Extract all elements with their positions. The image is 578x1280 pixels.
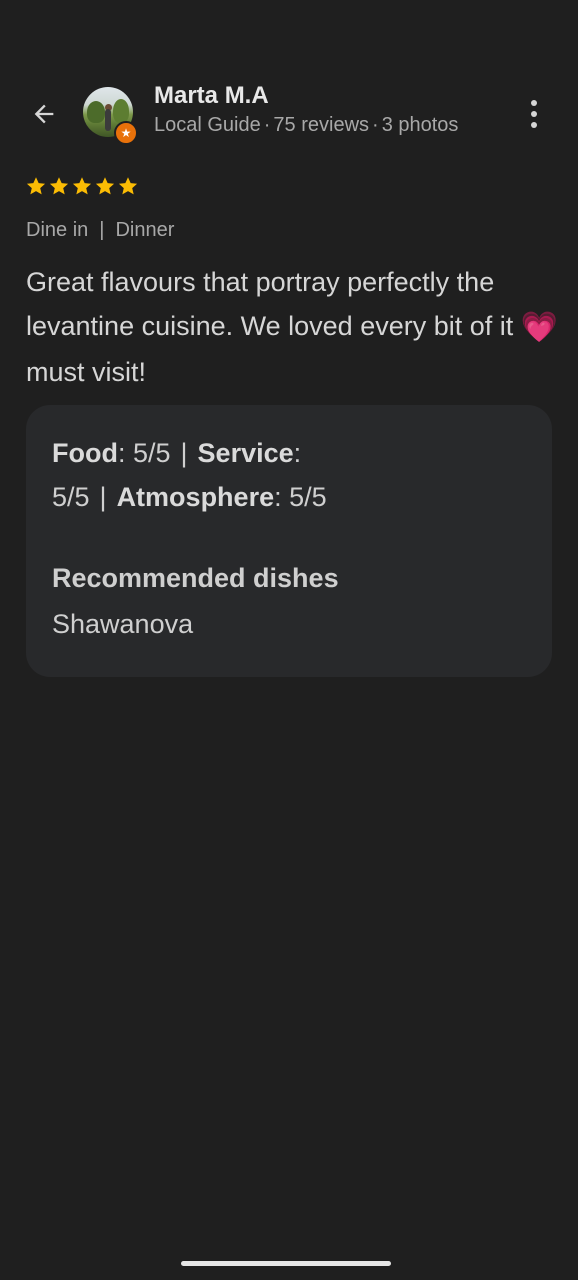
review-body: Great flavours that portray perfectly th…	[26, 260, 561, 394]
star-icon	[72, 177, 92, 195]
review-detail-page: ★ Marta M.A Local Guide · 75 reviews · 3 pho…	[0, 0, 578, 1280]
reviewer-avatar-container[interactable]: ★	[83, 87, 138, 145]
atmosphere-value: : 5/5	[274, 482, 327, 512]
star-rating	[25, 174, 139, 200]
service-value: 5/5	[52, 482, 90, 512]
review-text: Great flavours that portray perfectly th…	[26, 267, 514, 341]
tag-separator: |	[99, 219, 105, 241]
star-icon	[49, 177, 69, 195]
recommended-dishes-value: Shawanova	[52, 609, 194, 639]
heart-emoji-icon: 💗	[520, 311, 559, 344]
back-button[interactable]	[22, 94, 66, 134]
tag-service-type: Dine in	[26, 219, 89, 241]
reviewer-review-count: 75 reviews	[273, 114, 370, 136]
review-header: ★ Marta M.A Local Guide · 75 reviews · 3 pho…	[0, 80, 578, 148]
tag-meal-type: Dinner	[115, 219, 175, 241]
reviewer-name[interactable]: Marta M.A	[154, 82, 269, 110]
more-options-button[interactable]	[512, 92, 556, 136]
visit-tags: Dine in | Dinner	[26, 219, 174, 242]
rating-separator: |	[99, 482, 107, 512]
arrow-back-icon	[34, 104, 54, 124]
star-icon	[26, 177, 46, 195]
meta-separator: ·	[372, 114, 379, 136]
review-details-card: Food: 5/5 | Service: 5/5 | Atmosphere: 5/5 R…	[26, 405, 552, 677]
reviewer-meta: Local Guide · 75 reviews · 3 photos	[154, 114, 458, 137]
rating-separator: |	[180, 438, 188, 468]
star-icon	[118, 177, 138, 195]
service-colon: :	[293, 438, 302, 468]
atmosphere-label: Atmosphere	[116, 482, 275, 512]
reviewer-level: Local Guide	[154, 114, 261, 136]
more-vertical-icon	[531, 100, 537, 106]
reviewer-photo-count: 3 photos	[381, 114, 459, 136]
recommended-dishes-title: Recommended dishes	[52, 563, 339, 593]
food-value: : 5/5	[117, 438, 171, 468]
review-text-end: must visit!	[26, 357, 147, 387]
service-label: Service	[197, 438, 294, 468]
food-label: Food	[52, 438, 118, 468]
home-indicator[interactable]	[181, 1261, 391, 1266]
aspect-ratings: Food: 5/5 | Service: 5/5 | Atmosphere: 5/5	[52, 431, 372, 519]
star-icon	[95, 177, 115, 195]
local-guide-star-icon: ★	[114, 121, 138, 145]
meta-separator: ·	[263, 114, 271, 136]
